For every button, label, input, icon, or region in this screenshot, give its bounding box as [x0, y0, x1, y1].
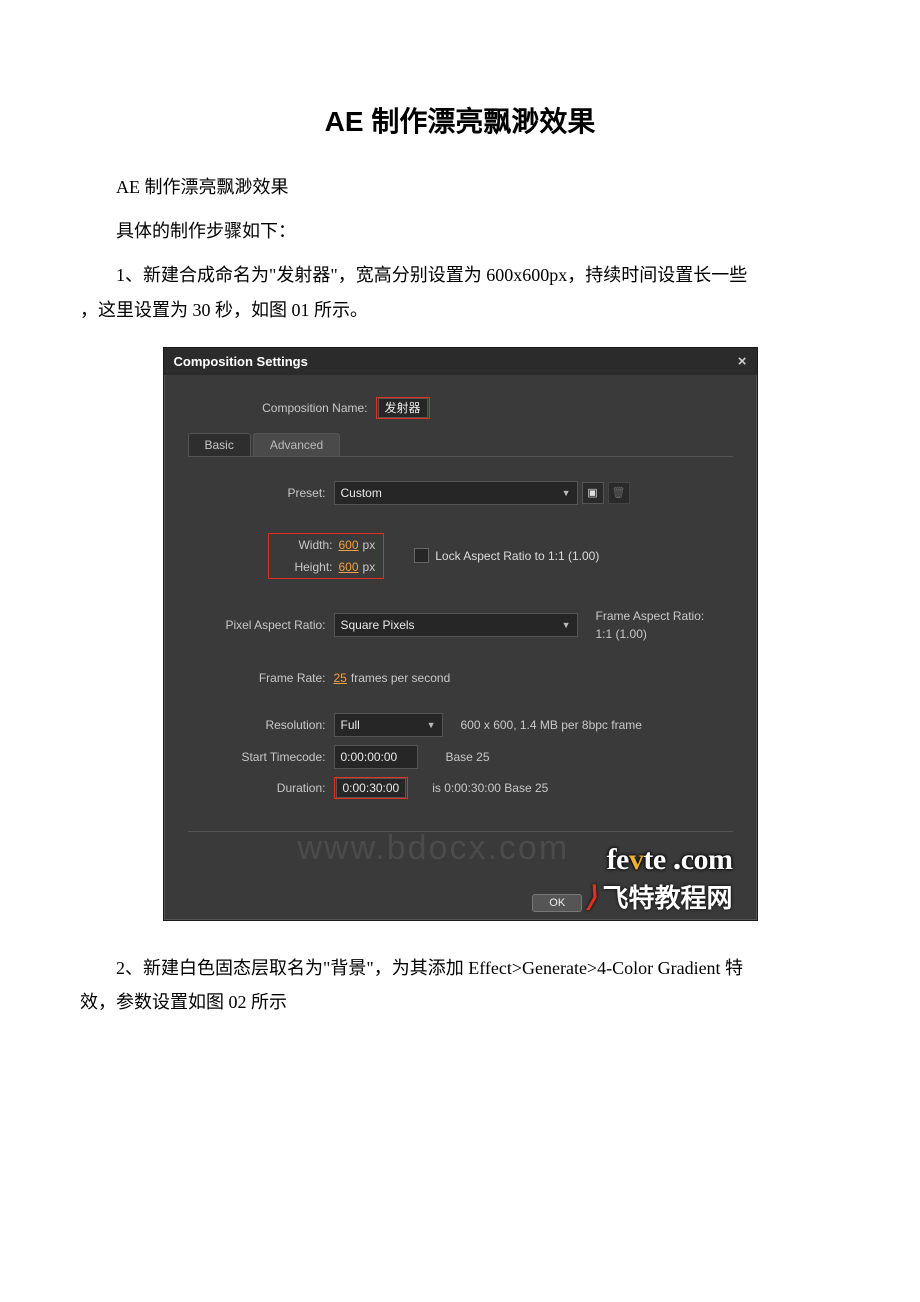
chevron-down-icon: ▼	[427, 716, 436, 734]
composition-settings-screenshot: Composition Settings × Composition Name:…	[163, 347, 758, 921]
paragraph-step2-b: 效，参数设置如图 02 所示	[80, 985, 840, 1019]
resolution-dropdown[interactable]: Full ▼	[334, 713, 443, 737]
start-timecode-input[interactable]: 0:00:00:00	[334, 745, 418, 769]
paragraph-step1-a: 1、新建合成命名为"发射器"，宽高分别设置为 600x600px，持续时间设置长…	[80, 258, 840, 292]
watermark-site: fevte .com	[188, 840, 733, 878]
lock-aspect-label: Lock Aspect Ratio to 1:1 (1.00)	[435, 549, 599, 563]
delete-preset-button[interactable]: 🗑	[608, 482, 630, 504]
comp-name-input[interactable]: 发射器	[378, 398, 428, 418]
page-title: AE 制作漂亮飘渺效果	[80, 100, 840, 140]
preset-dropdown[interactable]: Custom ▼	[334, 481, 578, 505]
chevron-down-icon: ▼	[562, 484, 571, 502]
duration-info: is 0:00:30:00 Base 25	[432, 779, 548, 797]
width-input[interactable]: 600	[339, 538, 361, 552]
height-label: Height:	[273, 560, 339, 574]
resolution-info: 600 x 600, 1.4 MB per 8bpc frame	[461, 716, 642, 734]
chevron-down-icon: ▼	[562, 616, 571, 634]
tab-advanced[interactable]: Advanced	[253, 433, 340, 456]
preset-value: Custom	[341, 484, 382, 502]
resolution-label: Resolution:	[196, 718, 334, 732]
dialog-title: Composition Settings	[174, 354, 308, 369]
paragraph-step1-b: ，这里设置为 30 秒，如图 01 所示。	[80, 293, 840, 327]
framerate-input[interactable]: 25	[334, 671, 349, 685]
paragraph-steps-header: 具体的制作步骤如下：	[80, 214, 840, 248]
par-value: Square Pixels	[341, 616, 415, 634]
save-preset-button[interactable]: ▣	[582, 482, 604, 504]
framerate-label: Frame Rate:	[196, 671, 334, 685]
paragraph-step2-a: 2、新建白色固态层取名为"背景"，为其添加 Effect>Generate>4-…	[80, 951, 840, 985]
par-dropdown[interactable]: Square Pixels ▼	[334, 613, 578, 637]
start-timecode-info: Base 25	[446, 748, 490, 766]
paragraph-intro: AE 制作漂亮飘渺效果	[80, 170, 840, 204]
comp-name-label: Composition Name:	[188, 401, 376, 415]
width-unit: px	[363, 538, 376, 552]
start-timecode-label: Start Timecode:	[196, 750, 334, 764]
far-label: Frame Aspect Ratio:	[596, 609, 705, 623]
watermark-cn: ⟩ 飞特教程网	[586, 878, 733, 915]
arrow-icon: ⟩	[586, 880, 597, 913]
height-unit: px	[363, 560, 376, 574]
resolution-value: Full	[341, 716, 360, 734]
ok-button[interactable]: OK	[532, 894, 582, 912]
tab-basic[interactable]: Basic	[188, 433, 251, 456]
lock-aspect-checkbox[interactable]	[414, 548, 429, 563]
preset-label: Preset:	[196, 486, 334, 500]
width-label: Width:	[273, 538, 339, 552]
far-value: 1:1 (1.00)	[596, 627, 647, 641]
duration-label: Duration:	[196, 781, 334, 795]
framerate-unit: frames per second	[351, 671, 450, 685]
height-input[interactable]: 600	[339, 560, 361, 574]
close-icon[interactable]: ×	[738, 354, 747, 369]
duration-input[interactable]: 0:00:30:00	[336, 778, 407, 798]
par-label: Pixel Aspect Ratio:	[196, 618, 334, 632]
